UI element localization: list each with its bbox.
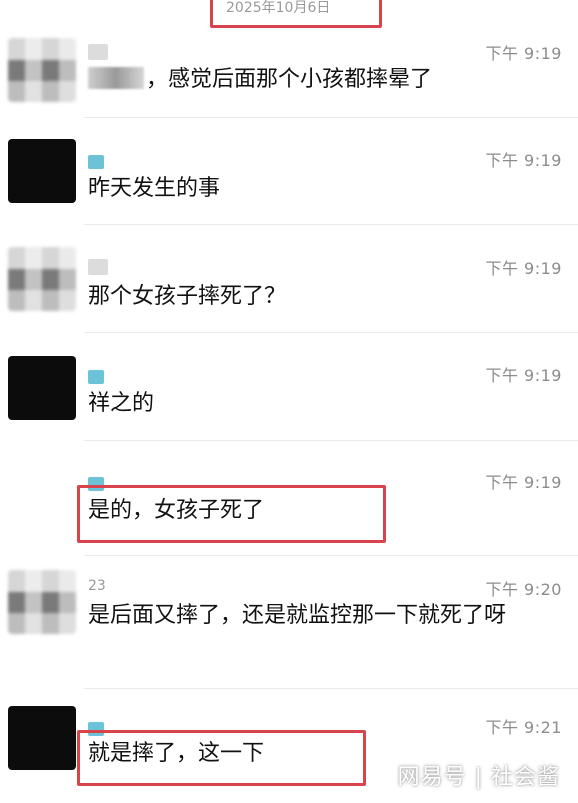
message-item[interactable]: 下午 9:19 ，感觉后面那个小孩都摔晕了	[0, 38, 578, 118]
message-time: 下午 9:21	[485, 718, 562, 737]
message-time: 下午 9:19	[485, 259, 562, 278]
blurred-mention	[88, 67, 144, 89]
divider	[84, 688, 578, 689]
divider	[84, 332, 578, 333]
message-text: 祥之的	[88, 391, 155, 416]
message-text-wrap: ，感觉后面那个小孩都摔晕了	[88, 62, 558, 98]
divider	[84, 224, 578, 225]
divider	[84, 555, 578, 556]
watermark: 网易号 | 社会酱	[397, 765, 560, 790]
avatar[interactable]	[8, 706, 76, 770]
sender-name-blurred	[88, 155, 104, 169]
sender-name-blurred	[88, 370, 104, 384]
sender-name-blurred	[88, 259, 108, 275]
message-time: 下午 9:19	[485, 366, 562, 385]
message-text: 是后面又摔了，还是就监控那一下就死了呀	[88, 603, 507, 628]
date-header: 2025年10月6日	[0, 0, 578, 30]
message-item[interactable]: 下午 9:19 那个女孩子摔死了？	[0, 247, 578, 333]
sender-name-blurred	[88, 44, 108, 60]
avatar[interactable]	[8, 356, 76, 420]
message-time: 下午 9:19	[485, 151, 562, 170]
message-highlight-frame	[77, 730, 366, 786]
message-item[interactable]: 下午 9:19 祥之的	[0, 356, 578, 440]
avatar[interactable]	[8, 570, 76, 634]
avatar[interactable]	[8, 139, 76, 203]
message-text: 昨天发生的事	[88, 176, 221, 201]
divider	[84, 117, 578, 118]
message-time: 下午 9:19	[485, 473, 562, 492]
message-item[interactable]: 下午 9:19 昨天发生的事	[0, 139, 578, 225]
avatar[interactable]	[8, 247, 76, 311]
message-highlight-frame	[77, 485, 386, 543]
message-text: 那个女孩子摔死了？	[88, 284, 287, 309]
message-time: 下午 9:20	[485, 580, 562, 599]
message-item[interactable]: 23 下午 9:20 是后面又摔了，还是就监控那一下就死了呀	[0, 570, 578, 684]
avatar[interactable]	[8, 38, 76, 102]
divider	[84, 440, 578, 441]
message-text: ，感觉后面那个小孩都摔晕了	[146, 67, 433, 92]
date-highlight-frame	[210, 0, 382, 28]
sender-name: 23	[88, 578, 106, 594]
message-time: 下午 9:19	[485, 44, 562, 63]
